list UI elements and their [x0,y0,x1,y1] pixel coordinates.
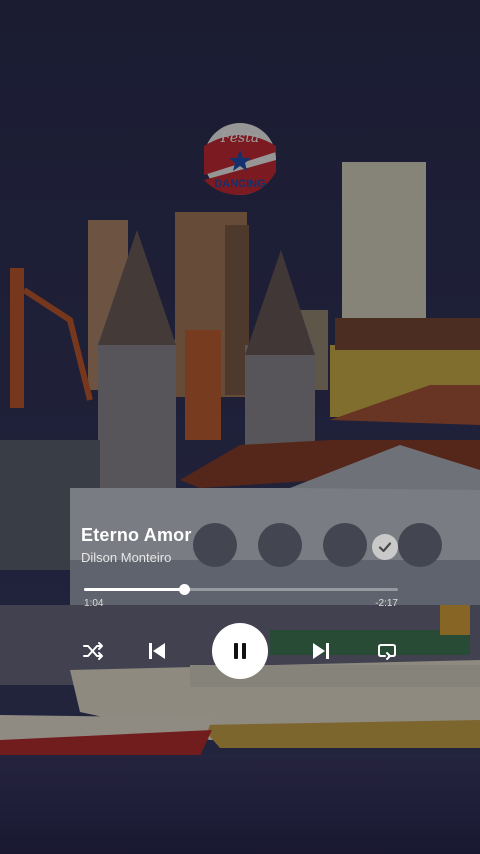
track-artist[interactable]: Dilson Monteiro [81,550,171,565]
pause-button[interactable] [212,623,268,679]
elapsed-time: 1:04 [84,598,104,609]
checkmark-icon [378,542,392,553]
progress-bar[interactable] [84,584,398,595]
previous-button[interactable] [143,637,171,665]
pause-icon [234,643,246,659]
next-button[interactable] [307,637,335,665]
progress-thumb[interactable] [178,584,190,595]
progress-fill [84,588,185,591]
skip-next-icon [313,643,329,659]
remaining-time: -2:17 [375,598,398,609]
repeat-icon [378,644,396,660]
now-playing-screen: Festa DANCING Eterno Amor Dilson Monteir… [0,0,480,854]
track-title: Eterno Amor [81,525,192,545]
artwork-dim-overlay [0,0,480,854]
shuffle-button[interactable] [80,638,106,664]
repeat-button[interactable] [374,638,400,664]
liked-check-button[interactable] [372,534,398,560]
skip-previous-icon [149,643,165,659]
shuffle-icon [83,642,103,660]
